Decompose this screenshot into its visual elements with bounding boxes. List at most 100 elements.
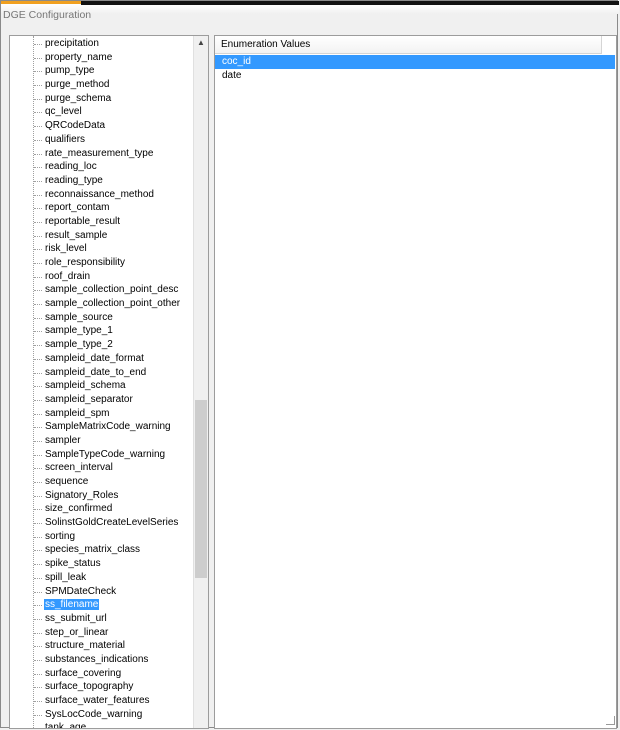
- tree-item-label: sampleid_separator: [45, 393, 133, 405]
- tree-item-label: SysLocCode_warning: [45, 708, 143, 720]
- tree-item[interactable]: structure_material: [10, 639, 195, 653]
- tree-item[interactable]: purge_schema: [10, 92, 195, 106]
- tree-item[interactable]: SampleTypeCode_warning: [10, 448, 195, 462]
- tree-item-label: ss_submit_url: [45, 612, 107, 624]
- tree-item[interactable]: rate_measurement_type: [10, 147, 195, 161]
- tree-item[interactable]: sample_type_2: [10, 338, 195, 352]
- tree-item[interactable]: Signatory_Roles: [10, 489, 195, 503]
- tree-item-label: role_responsibility: [45, 257, 126, 268]
- tree-item[interactable]: qc_level: [10, 105, 195, 119]
- resize-grip-icon[interactable]: [606, 716, 615, 725]
- tree-item[interactable]: role_responsibility: [10, 256, 195, 270]
- tree-item[interactable]: report_contam: [10, 201, 195, 215]
- tree-item[interactable]: SysLocCode_warning: [10, 708, 195, 722]
- tree-item-label: step_or_linear: [45, 626, 109, 638]
- tree-item[interactable]: ss_submit_url: [10, 612, 195, 626]
- tree-item-label: rate_measurement_type: [45, 147, 154, 159]
- enumeration-values-header[interactable]: Enumeration Values: [215, 36, 602, 54]
- tree-item-label: sampleid_date_format: [45, 352, 144, 364]
- tree-item[interactable]: substances_indications: [10, 653, 195, 667]
- tree-item[interactable]: SolinstGoldCreateLevelSeries: [10, 516, 195, 530]
- tree-item[interactable]: SampleMatrixCode_warning: [10, 420, 195, 434]
- tree-item[interactable]: sampleid_date_to_end: [10, 366, 195, 380]
- config-window: DGE Configuration precipitation property_…: [0, 0, 619, 729]
- enumeration-tree[interactable]: precipitation property_name pump_type purge…: [9, 35, 209, 729]
- tree-item[interactable]: QRCodeData: [10, 119, 195, 133]
- tree-item[interactable]: tank_age: [10, 721, 195, 729]
- tree-item[interactable]: spike_status: [10, 557, 195, 571]
- tree-item-label: qualifiers: [45, 133, 86, 145]
- tree-item-label: ss_filename: [44, 599, 100, 611]
- tree-item[interactable]: sample_source: [10, 311, 195, 325]
- tree-item[interactable]: reportable_result: [10, 215, 195, 229]
- tree-item[interactable]: spill_leak: [10, 571, 195, 585]
- enum-value-row[interactable]: date: [215, 69, 615, 83]
- tree-item[interactable]: sample_type_1: [10, 324, 195, 338]
- tree-item[interactable]: sampler: [10, 434, 195, 448]
- tree-item[interactable]: SPMDateCheck: [10, 585, 195, 599]
- tree-scrollbar[interactable]: ▲: [193, 36, 208, 728]
- tree-item-label: SampleMatrixCode_warning: [45, 421, 171, 433]
- enum-value-row[interactable]: coc_id: [215, 55, 615, 69]
- tree-item-label: sample_type_1: [45, 325, 113, 337]
- scroll-up-icon[interactable]: ▲: [194, 36, 208, 50]
- tree-item[interactable]: size_confirmed: [10, 502, 195, 516]
- window-title: DGE Configuration: [3, 9, 92, 21]
- tree-item-label: surface_water_features: [45, 695, 150, 706]
- tree-item[interactable]: sampleid_date_format: [10, 352, 195, 366]
- tree-item-label: tank_age: [45, 722, 87, 729]
- tree-item-label: result_sample: [45, 229, 108, 241]
- tree-item-label: pump_type: [45, 65, 95, 77]
- tree-item-label: sample_collection_point_desc: [45, 284, 179, 296]
- tree-item-label: spike_status: [45, 558, 101, 570]
- tree-item[interactable]: sample_collection_point_desc: [10, 283, 195, 297]
- tree-item-label: reconnaissance_method: [45, 188, 154, 200]
- tree-item-label: surface_topography: [45, 681, 134, 693]
- tree-item[interactable]: surface_topography: [10, 680, 195, 694]
- tree-item[interactable]: screen_interval: [10, 461, 195, 475]
- tree-item[interactable]: purge_method: [10, 78, 195, 92]
- enum-rows: coc_id date: [215, 55, 615, 83]
- tree-item-label: SPMDateCheck: [45, 585, 117, 597]
- tree-item[interactable]: property_name: [10, 51, 195, 65]
- tree-item-label: sampler: [45, 434, 81, 446]
- title-bar-accent: [81, 1, 619, 5]
- enumeration-values-list[interactable]: Enumeration Values coc_id date: [214, 35, 617, 729]
- tree-item-label: surface_covering: [45, 667, 122, 679]
- tree-item[interactable]: sampleid_schema: [10, 379, 195, 393]
- tree-item[interactable]: step_or_linear: [10, 626, 195, 640]
- tree-item[interactable]: surface_covering: [10, 667, 195, 681]
- tree-item[interactable]: sampleid_spm: [10, 407, 195, 421]
- tree-item[interactable]: reading_type: [10, 174, 195, 188]
- tree-item-label: sampleid_schema: [45, 380, 126, 392]
- tree-item[interactable]: roof_drain: [10, 270, 195, 284]
- tree-item[interactable]: precipitation: [10, 37, 195, 51]
- tree-item-label: spill_leak: [45, 571, 87, 583]
- tree-item[interactable]: sorting: [10, 530, 195, 544]
- tree-item-label: reading_loc: [45, 161, 97, 173]
- tree-item[interactable]: species_matrix_class: [10, 543, 195, 557]
- tree-item-label: sample_type_2: [45, 339, 113, 351]
- tree-item[interactable]: result_sample: [10, 229, 195, 243]
- tree-item[interactable]: reconnaissance_method: [10, 188, 195, 202]
- tree-item-label: substances_indications: [45, 653, 149, 665]
- tree-item[interactable]: pump_type: [10, 64, 195, 78]
- tree-item-label: purge_schema: [45, 92, 112, 104]
- tree-item[interactable]: reading_loc: [10, 160, 195, 174]
- tree-item[interactable]: sequence: [10, 475, 195, 489]
- tree-item-label: roof_drain: [45, 270, 91, 282]
- tree-item[interactable]: ss_filename: [10, 598, 195, 612]
- tree-item-label: SolinstGoldCreateLevelSeries: [45, 517, 179, 529]
- tree-item-label: QRCodeData: [45, 120, 106, 132]
- tree-item[interactable]: sample_collection_point_other: [10, 297, 195, 311]
- scroll-thumb[interactable]: [195, 400, 207, 578]
- tree-item-label: qc_level: [45, 106, 82, 118]
- tree-item-label: reportable_result: [45, 215, 121, 227]
- tree-item[interactable]: risk_level: [10, 242, 195, 256]
- tree-item-label: Signatory_Roles: [45, 489, 119, 501]
- tree-item-label: report_contam: [45, 202, 110, 214]
- tree-item[interactable]: sampleid_separator: [10, 393, 195, 407]
- column-header-label: Enumeration Values: [221, 39, 311, 50]
- tree-item[interactable]: surface_water_features: [10, 694, 195, 708]
- tree-item[interactable]: qualifiers: [10, 133, 195, 147]
